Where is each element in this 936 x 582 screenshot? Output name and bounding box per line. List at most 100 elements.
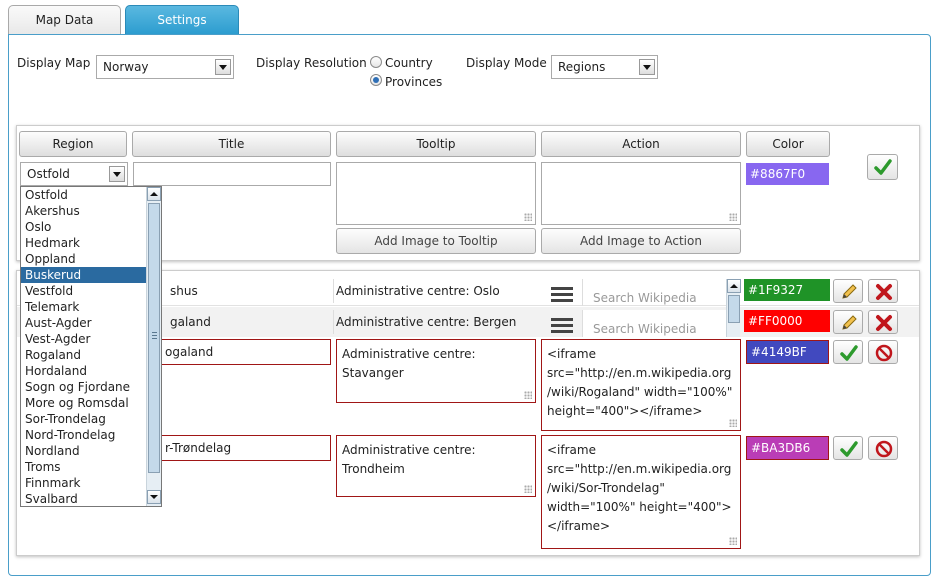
row-tooltip: Administrative centre: Oslo bbox=[336, 284, 500, 298]
scroll-down-icon[interactable] bbox=[147, 490, 161, 504]
cancel-button[interactable] bbox=[868, 340, 898, 364]
row-color-swatch[interactable]: #FF0000 bbox=[744, 310, 830, 332]
dropdown-option[interactable]: Nordland bbox=[21, 443, 146, 459]
tab-map-data[interactable]: Map Data bbox=[8, 5, 121, 35]
row-title: shus bbox=[170, 284, 198, 298]
save-new-region-button[interactable] bbox=[867, 154, 898, 180]
dropdown-option[interactable]: More og Romsdal bbox=[21, 395, 146, 411]
chevron-down-icon bbox=[109, 166, 125, 182]
dropdown-option[interactable]: Ostfold bbox=[21, 187, 146, 203]
menu-icon[interactable] bbox=[551, 318, 573, 334]
display-map-value: Norway bbox=[103, 60, 149, 74]
dropdown-option[interactable]: Troms bbox=[21, 459, 146, 475]
resize-grip-icon[interactable] bbox=[524, 391, 532, 399]
row-color-swatch[interactable]: #BA3DB6 bbox=[746, 436, 829, 460]
new-action-textarea[interactable] bbox=[541, 162, 741, 225]
row-action-search[interactable]: Search Wikipedia bbox=[582, 310, 726, 337]
scrollbar-thumb[interactable] bbox=[728, 295, 740, 323]
dropdown-option[interactable]: Hedmark bbox=[21, 235, 146, 251]
row-tooltip: Administrative centre: Bergen bbox=[336, 315, 517, 329]
dropdown-scrollbar[interactable] bbox=[146, 187, 161, 506]
dropdown-option[interactable]: Oppland bbox=[21, 251, 146, 267]
pencil-icon bbox=[842, 284, 857, 299]
radio-provinces[interactable] bbox=[370, 74, 382, 86]
checkmark-icon bbox=[840, 441, 858, 457]
add-image-to-tooltip-button[interactable]: Add Image to Tooltip bbox=[336, 228, 536, 254]
confirm-button[interactable] bbox=[833, 436, 863, 460]
delete-button[interactable] bbox=[868, 310, 898, 334]
new-tooltip-textarea[interactable] bbox=[336, 162, 536, 225]
dropdown-option[interactable]: Aust-Agder bbox=[21, 315, 146, 331]
confirm-button[interactable] bbox=[833, 340, 863, 364]
new-title-input[interactable] bbox=[133, 162, 331, 186]
resize-grip-icon[interactable] bbox=[524, 213, 532, 221]
region-select-value: Ostfold bbox=[27, 167, 70, 181]
resize-grip-icon[interactable] bbox=[729, 537, 737, 545]
cancel-icon bbox=[875, 440, 893, 458]
chevron-down-icon bbox=[215, 59, 231, 75]
add-image-to-action-button[interactable]: Add Image to Action bbox=[541, 228, 741, 254]
dropdown-option[interactable]: Vestfold bbox=[21, 283, 146, 299]
column-header-color: Color bbox=[746, 131, 830, 157]
new-color-swatch[interactable]: #8867F0 bbox=[746, 163, 829, 185]
resize-grip-icon[interactable] bbox=[729, 419, 737, 427]
radio-country-label: Country bbox=[385, 56, 433, 70]
scrollbar-thumb[interactable] bbox=[148, 203, 160, 473]
x-icon bbox=[876, 315, 892, 331]
dropdown-option[interactable]: Sogn og Fjordane bbox=[21, 379, 146, 395]
row-action-textarea[interactable]: <iframe src="http://en.m.wikipedia.org /… bbox=[541, 339, 741, 431]
radio-provinces-label: Provinces bbox=[385, 75, 443, 89]
resize-grip-icon[interactable] bbox=[729, 213, 737, 221]
dropdown-option[interactable]: Akershus bbox=[21, 203, 146, 219]
scroll-up-icon[interactable] bbox=[147, 187, 161, 201]
x-icon bbox=[876, 284, 892, 300]
row-title-input[interactable]: ogaland bbox=[160, 339, 331, 365]
divider bbox=[333, 310, 334, 334]
dropdown-option[interactable]: Telemark bbox=[21, 299, 146, 315]
column-header-region: Region bbox=[19, 131, 127, 157]
dropdown-option[interactable]: Buskerud bbox=[21, 267, 146, 283]
divider bbox=[333, 279, 334, 303]
display-mode-value: Regions bbox=[558, 60, 606, 74]
region-select[interactable]: Ostfold bbox=[20, 162, 128, 186]
radio-country[interactable] bbox=[370, 56, 382, 68]
tab-settings[interactable]: Settings bbox=[125, 5, 239, 35]
display-mode-select[interactable]: Regions bbox=[551, 55, 658, 79]
dropdown-option[interactable]: Oslo bbox=[21, 219, 146, 235]
dropdown-option[interactable]: Sor-Trondelag bbox=[21, 411, 146, 427]
row-color-swatch[interactable]: #1F9327 bbox=[744, 279, 830, 301]
dropdown-option[interactable]: Hordaland bbox=[21, 363, 146, 379]
row-tooltip-textarea[interactable]: Administrative centre: Trondheim bbox=[336, 435, 536, 497]
row-action-textarea[interactable]: <iframe src="http://en.m.wikipedia.org /… bbox=[541, 435, 741, 549]
display-map-select[interactable]: Norway bbox=[96, 55, 234, 79]
display-mode-label: Display Mode bbox=[466, 56, 547, 70]
row-action-value: <iframe src="http://en.m.wikipedia.org /… bbox=[547, 443, 732, 533]
dropdown-option[interactable]: Finnmark bbox=[21, 475, 146, 491]
resize-grip-icon[interactable] bbox=[524, 485, 532, 493]
row-color-swatch[interactable]: #4149BF bbox=[746, 340, 829, 364]
cancel-icon bbox=[875, 344, 893, 362]
edit-button[interactable] bbox=[833, 279, 863, 303]
dropdown-option[interactable]: Vest-Agder bbox=[21, 331, 146, 347]
dropdown-option[interactable]: Svalbard bbox=[21, 491, 146, 507]
scroll-up-icon[interactable] bbox=[727, 279, 741, 293]
action-list-scrollbar[interactable] bbox=[726, 279, 741, 337]
cancel-button[interactable] bbox=[868, 436, 898, 460]
row-action-search[interactable]: Search Wikipedia bbox=[582, 279, 726, 306]
row-action-value: <iframe src="http://en.m.wikipedia.org /… bbox=[547, 347, 733, 418]
delete-button[interactable] bbox=[868, 279, 898, 303]
checkmark-icon bbox=[874, 159, 892, 175]
edit-button[interactable] bbox=[833, 310, 863, 334]
row-tooltip-value: Administrative centre: Trondheim bbox=[342, 443, 476, 476]
menu-icon[interactable] bbox=[551, 287, 573, 303]
row-tooltip-textarea[interactable]: Administrative centre: Stavanger bbox=[336, 339, 536, 403]
region-dropdown-list[interactable]: Ostfold Akershus Oslo Hedmark Oppland Buskeru… bbox=[20, 186, 162, 507]
display-map-label: Display Map bbox=[17, 56, 91, 70]
checkmark-icon bbox=[840, 345, 858, 361]
chevron-down-icon bbox=[639, 59, 655, 75]
row-title-value: r-Trøndelag bbox=[165, 441, 232, 455]
column-header-action: Action bbox=[541, 131, 741, 157]
row-title-input[interactable]: r-Trøndelag bbox=[160, 435, 331, 461]
dropdown-option[interactable]: Rogaland bbox=[21, 347, 146, 363]
dropdown-option[interactable]: Nord-Trondelag bbox=[21, 427, 146, 443]
